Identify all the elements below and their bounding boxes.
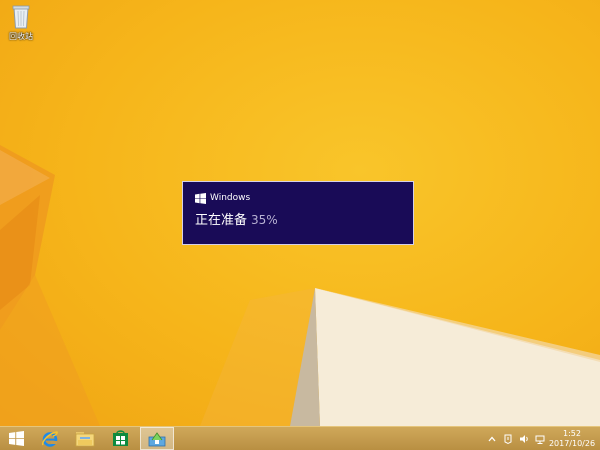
ie-icon [42,430,58,447]
recycle-bin-icon [12,5,30,29]
start-button[interactable] [0,427,32,450]
taskbar: 1:52 2017/10/26 [0,426,600,450]
dialog-progress-percent: 35% [251,213,278,227]
volume-icon[interactable] [518,433,530,445]
setup-icon [148,431,166,446]
store-icon [112,430,128,446]
dialog-status-line: 正在准备 35% [195,211,278,230]
taskbar-clock[interactable]: 1:52 2017/10/26 [548,429,596,449]
setup-button[interactable] [140,427,174,450]
system-tray [482,427,546,450]
show-hidden-icons-icon[interactable] [486,433,498,445]
windows-logo-icon [195,192,206,204]
internet-explorer-button[interactable] [34,427,66,450]
file-explorer-button[interactable] [69,427,101,450]
folder-icon [75,432,95,447]
desktop-icon-recycle-bin[interactable]: 回收站 [6,4,36,42]
network-icon[interactable] [534,433,546,445]
desktop: 回收站 Windows 正在准备 35% [0,0,600,426]
progress-dialog: Windows 正在准备 35% [182,181,414,245]
dialog-status-text: 正在准备 [195,213,248,228]
desktop-icon-label: 回收站 [9,32,33,41]
action-center-icon[interactable] [502,433,514,445]
dialog-header: Windows [195,192,250,204]
clock-time: 1:52 [563,429,581,438]
windows-logo-icon [8,431,24,446]
clock-date: 2017/10/26 [548,439,596,448]
dialog-brand: Windows [210,193,251,203]
store-button[interactable] [104,427,136,450]
